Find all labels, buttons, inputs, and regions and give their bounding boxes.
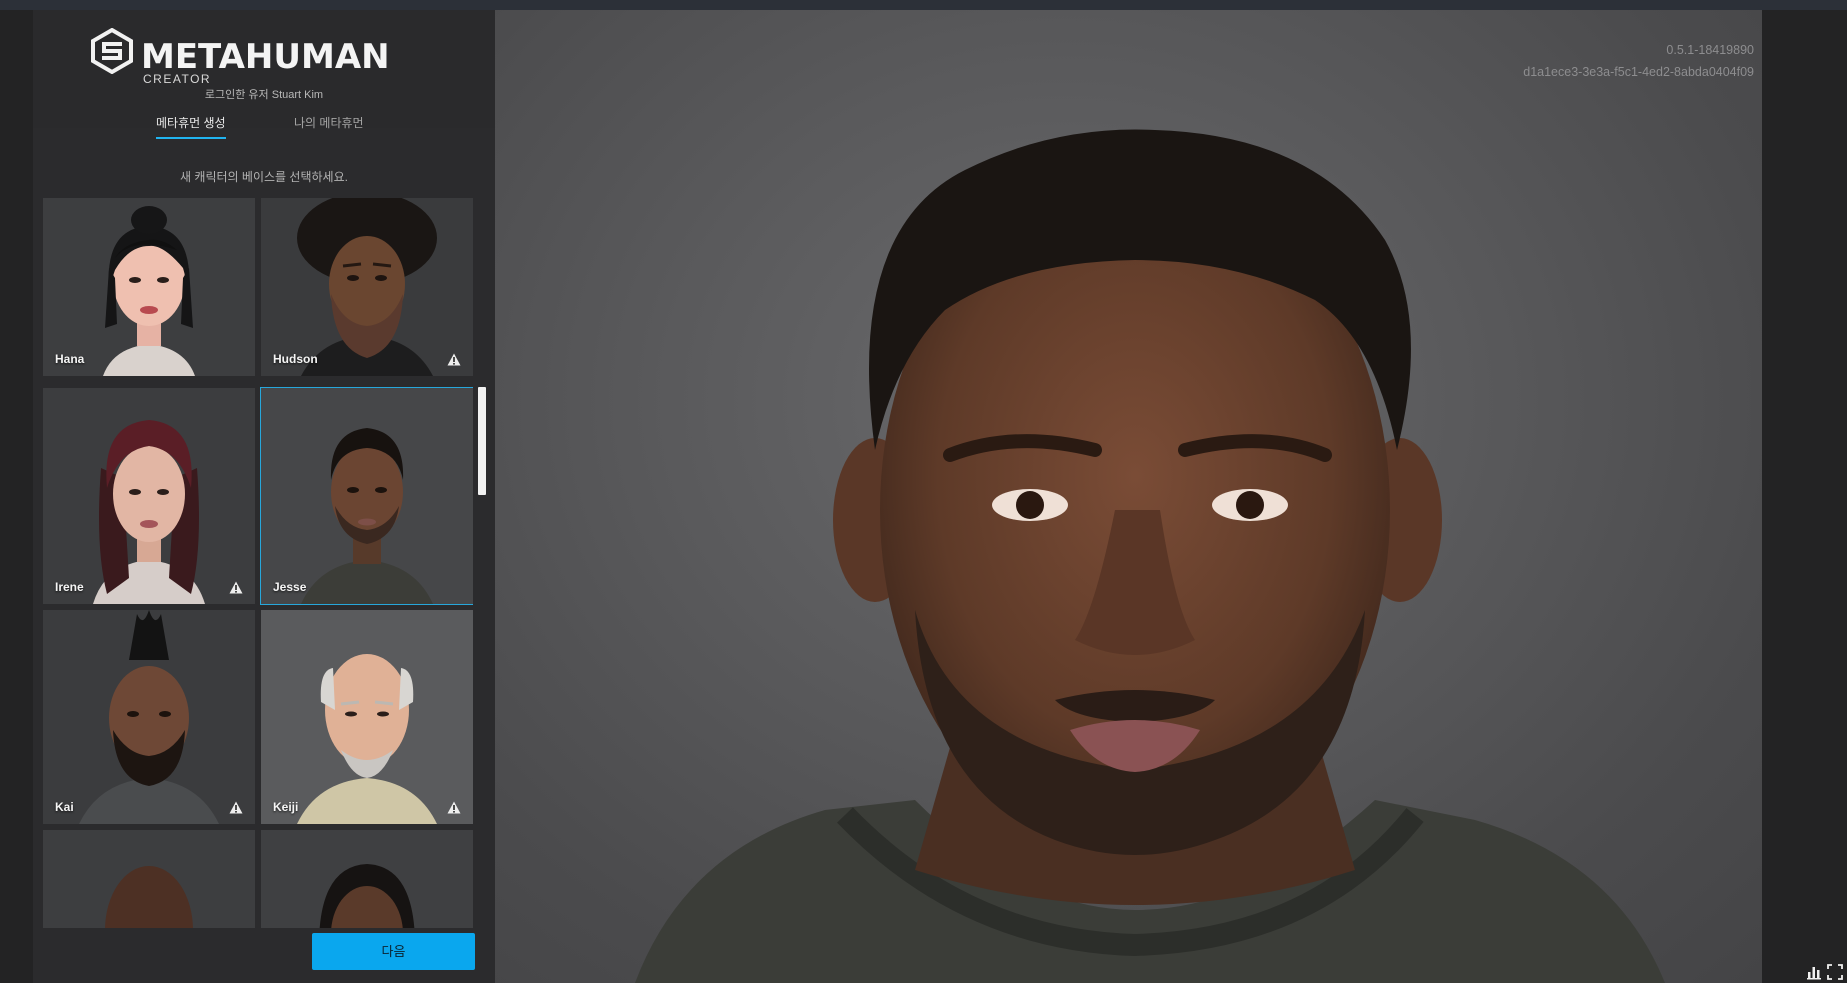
preset-name: Keiji	[273, 800, 299, 814]
preset-card-hudson[interactable]: Hudson	[261, 198, 473, 376]
hana-portrait	[43, 198, 255, 376]
warning-triangle-icon	[229, 801, 243, 814]
preset-card[interactable]	[261, 830, 473, 928]
metahuman-logo-icon	[91, 28, 133, 74]
preset-name: Hudson	[273, 352, 318, 366]
logo-text: METAHUMAN	[141, 37, 390, 77]
character-viewport[interactable]: 0.5.1-18419890 d1a1ece3-3e3a-f5c1-4ed2-8…	[495, 10, 1762, 983]
preset-panel: METAHUMAN CREATOR 로그인한 유저 Stuart Kim 메타휴…	[33, 10, 495, 983]
preset-name: Hana	[55, 352, 85, 366]
bar-chart-icon[interactable]	[1806, 964, 1822, 980]
preset-name: Jesse	[273, 580, 307, 594]
irene-portrait	[43, 388, 255, 604]
session-id: d1a1ece3-3e3a-f5c1-4ed2-8abda0404f09	[1523, 65, 1754, 79]
panel-header: METAHUMAN CREATOR 로그인한 유저 Stuart Kim 메타휴…	[33, 10, 495, 139]
preset-grid: Hana Hudson Irene Jesse Kai Keiji	[43, 198, 473, 928]
tab-my-metahumans[interactable]: 나의 메타휴먼	[294, 114, 364, 137]
browser-top-bar	[0, 0, 1847, 10]
instruction-text: 새 캐릭터의 베이스를 선택하세요.	[180, 170, 348, 184]
preset-name: Irene	[55, 580, 84, 594]
preset-card-hana[interactable]: Hana	[43, 198, 255, 376]
tab-create-metahuman[interactable]: 메타휴먼 생성	[156, 114, 226, 139]
keiji-portrait	[261, 610, 473, 824]
warning-triangle-icon	[447, 353, 461, 366]
warning-triangle-icon	[447, 801, 461, 814]
metahuman-logo: METAHUMAN CREATOR	[89, 28, 419, 86]
kai-portrait	[43, 610, 255, 824]
preset-card-irene[interactable]: Irene	[43, 388, 255, 604]
preset-portrait	[43, 830, 255, 928]
next-button[interactable]: 다음	[312, 933, 475, 970]
fullscreen-icon[interactable]	[1827, 964, 1843, 980]
preset-card-kai[interactable]: Kai	[43, 610, 255, 824]
build-version: 0.5.1-18419890	[1666, 43, 1754, 57]
login-status: 로그인한 유저 Stuart Kim	[33, 86, 495, 102]
preset-scrollbar-thumb[interactable]	[478, 387, 486, 495]
preset-name: Kai	[55, 800, 74, 814]
jesse-preview-render	[635, 129, 1665, 983]
logo-subtitle: CREATOR	[143, 72, 212, 86]
left-gutter	[0, 10, 33, 983]
user-name: Stuart Kim	[271, 89, 324, 101]
warning-triangle-icon	[229, 581, 243, 594]
preset-scrollbar-track[interactable]	[478, 198, 486, 928]
preset-portrait	[261, 830, 473, 928]
right-gutter	[1762, 10, 1847, 983]
preset-card-jesse[interactable]: Jesse	[260, 387, 473, 605]
login-label: 로그인한 유저	[204, 89, 269, 101]
tab-bar: 메타휴먼 생성 나의 메타휴먼	[33, 102, 495, 139]
hudson-portrait	[261, 198, 473, 376]
jesse-portrait	[261, 388, 473, 604]
preset-card-keiji[interactable]: Keiji	[261, 610, 473, 824]
preset-card[interactable]	[43, 830, 255, 928]
